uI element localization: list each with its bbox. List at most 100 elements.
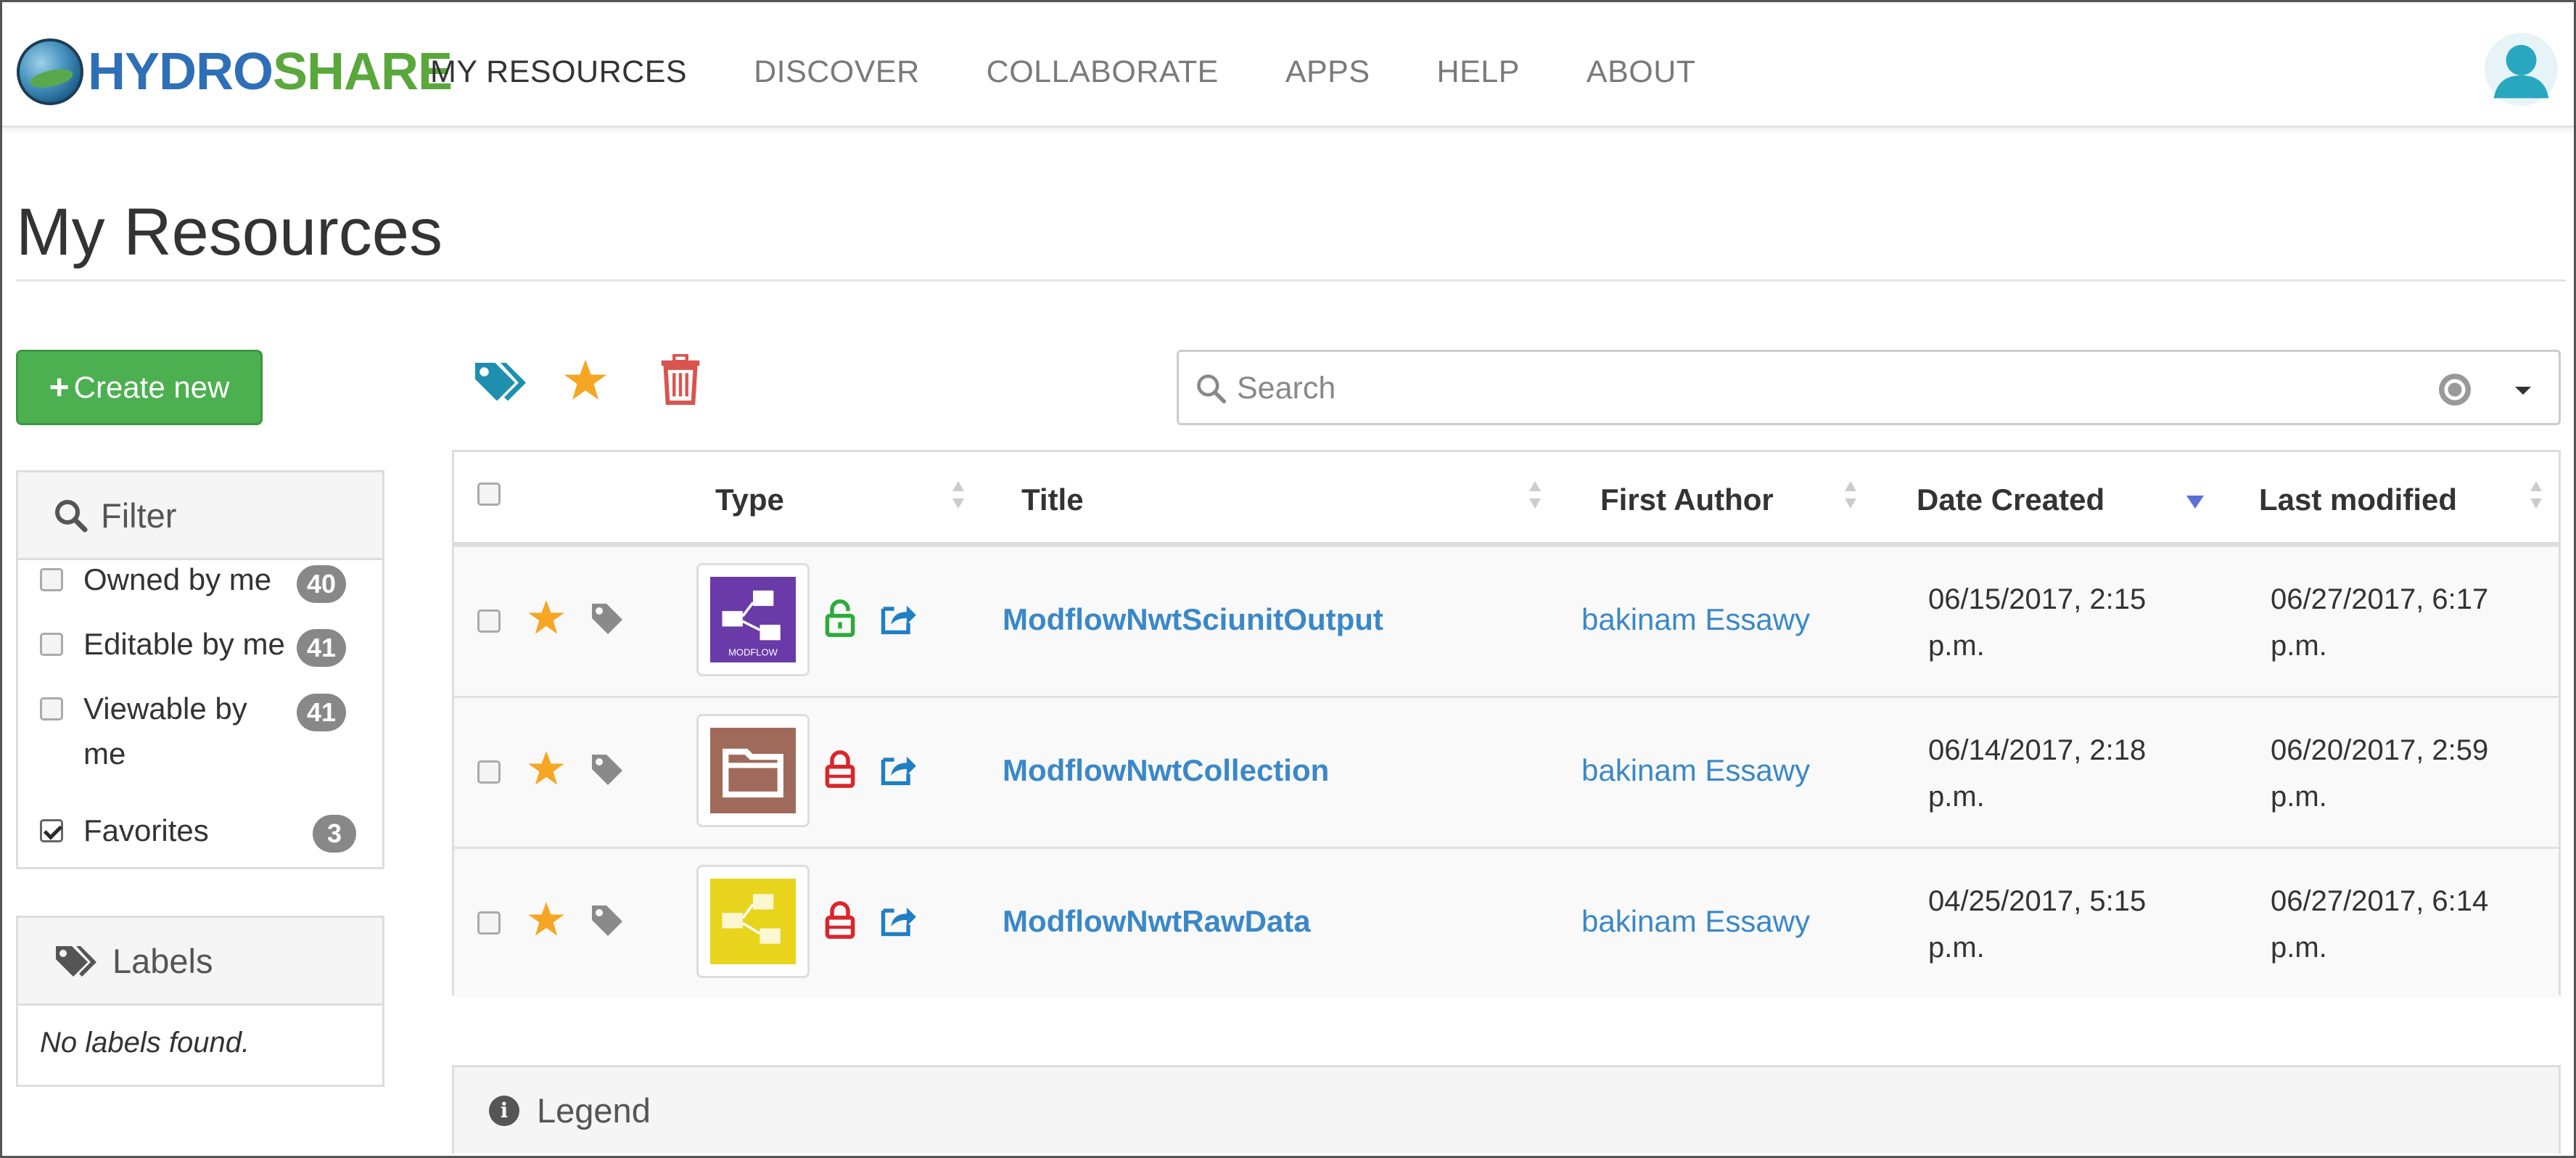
- nav-about[interactable]: ABOUT: [1587, 54, 1696, 90]
- search-placeholder: Search: [1237, 371, 1336, 406]
- legend-title: Legend: [537, 1091, 651, 1130]
- date-created: 06/15/2017, 2:15 p.m.: [1928, 583, 2147, 662]
- globe-icon: [17, 38, 83, 105]
- resource-title-link[interactable]: ModflowNwtCollection: [1003, 753, 1329, 788]
- tags-icon: [56, 946, 96, 977]
- filter-title: Filter: [101, 496, 177, 535]
- table-row[interactable]: MODFLOW ModflowNwtSciunitOutput bakinam …: [454, 545, 2559, 696]
- filter-header: Filter: [18, 472, 382, 560]
- editable-count-badge: 41: [297, 629, 347, 667]
- tag-icon[interactable]: [588, 903, 625, 937]
- search-icon: [55, 500, 88, 533]
- filter-favorites[interactable]: Favorites: [40, 813, 209, 853]
- last-modified: 06/27/2017, 6:17 p.m.: [2271, 583, 2489, 662]
- nav-discover[interactable]: DISCOVER: [754, 54, 920, 90]
- label-tag-icon[interactable]: [472, 356, 530, 406]
- last-modified: 06/20/2017, 2:59 p.m.: [2271, 734, 2489, 813]
- resource-title-link[interactable]: ModflowNwtRawData: [1003, 904, 1311, 939]
- labels-panel: Labels No labels found.: [16, 916, 384, 1087]
- filter-editable-by-me[interactable]: Editable by me: [40, 627, 285, 667]
- tag-icon[interactable]: [588, 752, 625, 787]
- select-all-checkbox[interactable]: [477, 482, 501, 506]
- locked-icon: [825, 750, 855, 788]
- owned-count-badge: 40: [297, 565, 347, 603]
- sort-type-icon[interactable]: [951, 481, 966, 514]
- favorites-count-badge: 3: [313, 815, 356, 853]
- viewable-count-badge: 41: [297, 694, 347, 731]
- filter-owned-by-me[interactable]: Owned by me: [40, 562, 271, 602]
- search-options-dropdown[interactable]: [2485, 350, 2561, 425]
- resources-table: Type Title First Author Date Created Las…: [452, 450, 2561, 998]
- hydroshare-logo[interactable]: HYDROSHARE: [17, 38, 453, 105]
- sort-title-icon[interactable]: [1528, 481, 1542, 514]
- resource-type-tile[interactable]: [696, 865, 810, 978]
- filter-viewable-by-me[interactable]: Viewable by me: [40, 691, 247, 776]
- modflow-model-icon: MODFLOW: [710, 577, 796, 662]
- author-link[interactable]: bakinam Essawy: [1581, 753, 1810, 788]
- last-modified: 06/27/2017, 6:14 p.m.: [2271, 885, 2489, 964]
- search-input[interactable]: Search: [1177, 350, 2487, 425]
- resource-type-tile[interactable]: MODFLOW: [696, 563, 810, 676]
- svg-text:MODFLOW: MODFLOW: [728, 647, 778, 658]
- create-new-button[interactable]: + Create new: [16, 350, 263, 425]
- favorite-star-icon[interactable]: [562, 357, 609, 403]
- no-labels-text: No labels found.: [40, 1027, 250, 1059]
- labels-title: Labels: [112, 941, 213, 980]
- favorites-checkbox[interactable]: [40, 819, 63, 842]
- logo-text-share: SHARE: [273, 43, 453, 101]
- nav-collaborate[interactable]: COLLABORATE: [987, 54, 1219, 90]
- share-icon[interactable]: [878, 599, 918, 637]
- owned-checkbox[interactable]: [40, 568, 63, 591]
- share-icon[interactable]: [878, 750, 918, 788]
- author-link[interactable]: bakinam Essawy: [1581, 904, 1810, 939]
- labels-header: Labels: [18, 918, 382, 1006]
- top-navbar: HYDROSHARE MY RESOURCES DISCOVER COLLABO…: [2, 2, 2574, 128]
- table-row[interactable]: ModflowNwtCollection bakinam Essawy 06/1…: [454, 696, 2559, 847]
- trash-icon[interactable]: [659, 354, 702, 405]
- sort-modified-icon[interactable]: [2529, 481, 2543, 514]
- nav-help[interactable]: HELP: [1437, 54, 1520, 90]
- page-title: My Resources: [16, 195, 443, 269]
- editable-checkbox[interactable]: [40, 633, 63, 656]
- share-icon[interactable]: [878, 901, 918, 939]
- table-row[interactable]: ModflowNwtRawData bakinam Essawy 04/25/2…: [454, 847, 2559, 998]
- column-header-last-modified[interactable]: Last modified: [2259, 482, 2457, 517]
- viewable-checkbox[interactable]: [40, 697, 63, 720]
- logo-text-hydro: HYDRO: [88, 43, 273, 101]
- filter-panel: Filter Owned by me 40 Editable by me 41 …: [16, 470, 384, 869]
- nav-apps[interactable]: APPS: [1285, 54, 1370, 90]
- column-header-title[interactable]: Title: [1021, 482, 1084, 517]
- table-header: Type Title First Author Date Created Las…: [454, 452, 2559, 545]
- date-created: 04/25/2017, 5:15 p.m.: [1928, 885, 2147, 964]
- chevron-down-icon: [2515, 387, 2531, 395]
- favorite-star-icon[interactable]: [527, 749, 566, 788]
- locked-icon: [825, 901, 855, 939]
- legend-panel-toggle[interactable]: i Legend: [452, 1065, 2561, 1154]
- resource-type-tile[interactable]: [696, 714, 810, 827]
- model-instance-icon: [710, 879, 796, 964]
- divider: [16, 279, 2566, 282]
- favorite-star-icon[interactable]: [527, 900, 566, 939]
- nav-my-resources[interactable]: MY RESOURCES: [430, 54, 687, 90]
- sort-date-created-active-icon[interactable]: [2186, 496, 2204, 509]
- row-checkbox[interactable]: [477, 911, 501, 935]
- nav-menu: MY RESOURCES DISCOVER COLLABORATE APPS H…: [430, 54, 1763, 90]
- collection-folder-icon: [710, 728, 796, 813]
- info-icon: i: [489, 1095, 519, 1126]
- user-avatar-icon[interactable]: [2483, 31, 2559, 107]
- plus-icon: +: [49, 368, 70, 407]
- create-new-label: Create new: [73, 370, 230, 404]
- sort-author-icon[interactable]: [1843, 481, 1858, 514]
- date-created: 06/14/2017, 2:18 p.m.: [1928, 734, 2147, 813]
- column-header-type[interactable]: Type: [715, 482, 784, 517]
- clear-search-icon[interactable]: [2437, 372, 2472, 407]
- favorite-star-icon[interactable]: [527, 598, 566, 637]
- row-checkbox[interactable]: [477, 760, 501, 784]
- row-checkbox[interactable]: [477, 609, 501, 633]
- resource-title-link[interactable]: ModflowNwtSciunitOutput: [1003, 602, 1383, 637]
- column-header-first-author[interactable]: First Author: [1600, 482, 1774, 517]
- column-header-date-created[interactable]: Date Created: [1917, 482, 2104, 517]
- search-icon: [1197, 374, 1227, 404]
- author-link[interactable]: bakinam Essawy: [1581, 602, 1810, 637]
- tag-icon[interactable]: [588, 601, 625, 636]
